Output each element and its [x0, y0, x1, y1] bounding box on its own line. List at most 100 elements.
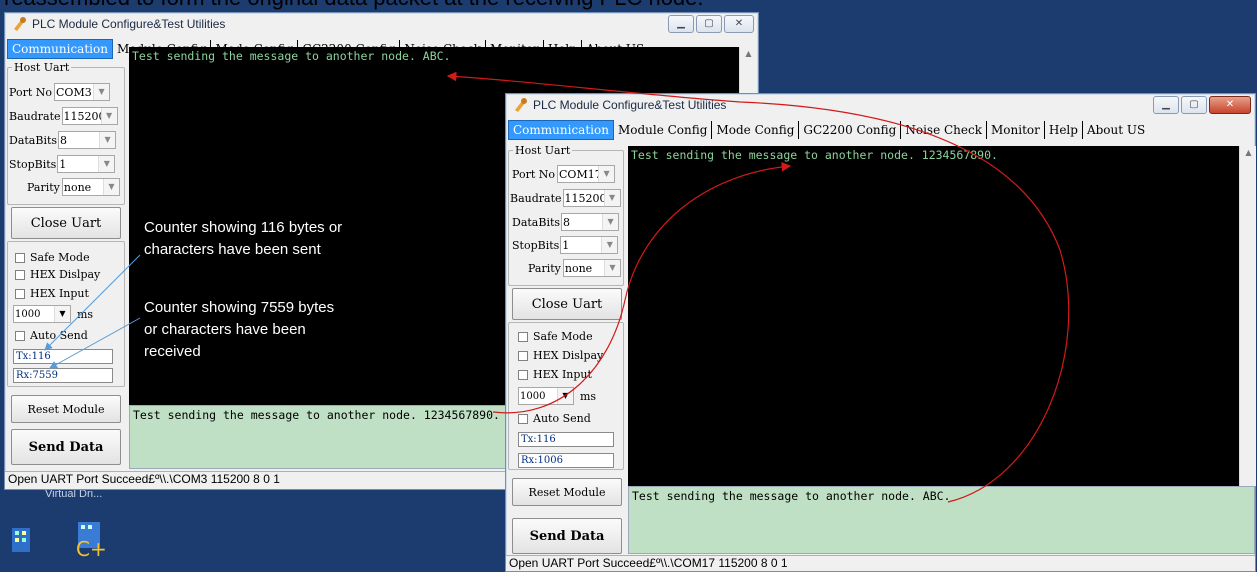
receive-terminal[interactable]: Test sending the message to another node… — [628, 146, 1240, 486]
hex-display-label: HEX Dislpay — [30, 268, 101, 281]
hex-input-label: HEX Input — [533, 368, 592, 381]
hex-input-checkbox[interactable]: HEX Input — [518, 368, 592, 381]
interval-select[interactable]: 1000 ▼ — [518, 387, 574, 405]
safe-mode-label: Safe Mode — [30, 251, 90, 264]
tab-module-config[interactable]: Module Config — [614, 121, 713, 139]
interval-select[interactable]: 1000 ▼ — [13, 305, 71, 323]
baud-select[interactable]: 115200 ▼ — [562, 189, 621, 207]
chevron-down-icon: ▼ — [601, 237, 618, 253]
tab-communication[interactable]: Communication — [508, 120, 614, 140]
received-message: Test sending the message to another node… — [132, 49, 451, 63]
close-button[interactable]: ✕ — [1209, 96, 1251, 114]
checkbox-box — [15, 330, 25, 341]
rx-counter: Rx:7559 — [13, 368, 113, 383]
window-title: PLC Module Configure&Test Utilities — [533, 98, 727, 112]
baud-label: Baudrate — [510, 191, 562, 205]
chevron-down-icon: ▼ — [598, 166, 615, 182]
scroll-up-icon[interactable]: ▲ — [1240, 146, 1257, 160]
chevron-down-icon: ▼ — [98, 156, 115, 172]
interval-unit: ms — [77, 307, 94, 321]
scroll-up-icon[interactable]: ▲ — [740, 47, 757, 61]
port-value: COM17 — [559, 167, 602, 181]
tab-noise-check[interactable]: Noise Check — [901, 121, 987, 139]
port-label: Port No — [9, 85, 53, 99]
interval-value: 1000 — [520, 390, 546, 402]
reset-module-button[interactable]: Reset Module — [512, 478, 622, 506]
databits-label: DataBits — [9, 133, 58, 147]
close-uart-button[interactable]: Close Uart — [11, 207, 121, 239]
parity-select[interactable]: none ▼ — [61, 178, 120, 196]
port-select[interactable]: COM3 ▼ — [54, 83, 111, 101]
parity-select[interactable]: none ▼ — [562, 259, 621, 277]
tx-annotation: Counter showing 116 bytes or characters … — [144, 217, 342, 261]
hex-display-checkbox[interactable]: HEX Dislpay — [518, 349, 603, 362]
port-select[interactable]: COM17 ▼ — [557, 165, 616, 183]
minimize-button[interactable]: ▁ — [668, 15, 694, 33]
databits-label: DataBits — [512, 215, 561, 229]
tab-help[interactable]: Help — [1045, 121, 1083, 139]
hex-display-checkbox[interactable]: HEX Dislpay — [15, 268, 100, 281]
tab-communication[interactable]: Communication — [7, 39, 113, 59]
tab-monitor[interactable]: Monitor — [987, 121, 1045, 139]
tx-annotation-line: Counter showing 116 bytes or — [144, 219, 343, 236]
send-data-button[interactable]: Send Data — [11, 429, 121, 465]
chevron-down-icon: ▼ — [603, 190, 620, 206]
interval-unit: ms — [580, 389, 597, 403]
minimize-button[interactable]: ▁ — [1153, 96, 1179, 114]
checkbox-box — [15, 269, 25, 280]
status-bar: Open UART Port Succeed£º\\.\COM17 115200… — [506, 555, 1255, 571]
send-message: Test sending the message to another node… — [133, 408, 500, 422]
port-value: COM3 — [56, 85, 92, 99]
received-message: Test sending the message to another node… — [631, 148, 998, 162]
send-data-button[interactable]: Send Data — [512, 518, 622, 554]
rx-annotation-line: received — [144, 343, 201, 360]
databits-select[interactable]: 8 ▼ — [561, 213, 620, 231]
databits-select[interactable]: 8 ▼ — [58, 131, 117, 149]
maximize-button[interactable]: ▢ — [696, 15, 722, 33]
cpp-ide-icon[interactable]: C++ — [70, 520, 106, 562]
tab-gc2200-config[interactable]: GC2200 Config — [799, 121, 902, 139]
auto-send-label: Auto Send — [533, 412, 591, 425]
reset-module-button[interactable]: Reset Module — [11, 395, 121, 423]
title-bar[interactable]: PLC Module Configure&Test Utilities — [506, 94, 1255, 116]
stopbits-select[interactable]: 1 ▼ — [560, 236, 619, 254]
checkbox-box — [518, 413, 528, 424]
close-button[interactable]: ✕ — [724, 15, 754, 33]
maximize-button[interactable]: ▢ — [1181, 96, 1207, 114]
safe-mode-checkbox[interactable]: Safe Mode — [15, 251, 90, 264]
chevron-down-icon: ▼ — [602, 214, 619, 230]
stopbits-select[interactable]: 1 ▼ — [57, 155, 116, 173]
databits-value: 8 — [563, 215, 571, 229]
host-uart-legend: Host Uart — [515, 144, 571, 157]
auto-send-checkbox[interactable]: Auto Send — [15, 329, 88, 342]
title-bar[interactable]: PLC Module Configure&Test Utilities — [5, 13, 758, 35]
rx-annotation-line: Counter showing 7559 bytes — [144, 299, 335, 316]
safe-mode-label: Safe Mode — [533, 330, 593, 343]
tab-mode-config[interactable]: Mode Config — [712, 121, 800, 139]
chevron-down-icon: ▼ — [99, 132, 116, 148]
chevron-down-icon: ▼ — [54, 306, 70, 322]
tx-counter: Tx:116 — [518, 432, 614, 447]
databits-value: 8 — [60, 133, 68, 147]
checkbox-box — [518, 331, 528, 342]
send-input[interactable]: Test sending the message to another node… — [628, 486, 1255, 554]
interval-value: 1000 — [15, 308, 41, 320]
host-uart-legend: Host Uart — [14, 61, 70, 74]
checkbox-box — [518, 350, 528, 361]
svg-text:C++: C++ — [76, 537, 106, 561]
rx-annotation-line: or characters have been — [144, 321, 306, 338]
close-uart-button[interactable]: Close Uart — [512, 288, 622, 320]
baud-select[interactable]: 115200 ▼ — [61, 107, 118, 125]
hex-display-label: HEX Dislpay — [533, 349, 604, 362]
auto-send-checkbox[interactable]: Auto Send — [518, 412, 591, 425]
app-logo-icon — [515, 98, 527, 112]
tab-about-us[interactable]: About US — [1083, 121, 1149, 139]
receive-scrollbar[interactable]: ▲ — [1239, 146, 1256, 486]
stopbits-label: StopBits — [9, 157, 57, 171]
safe-mode-checkbox[interactable]: Safe Mode — [518, 330, 593, 343]
tx-counter: Tx:116 — [13, 349, 113, 364]
parity-label: Parity — [27, 180, 60, 194]
stopbits-value: 1 — [562, 238, 570, 252]
app-icon[interactable] — [8, 524, 34, 558]
hex-input-checkbox[interactable]: HEX Input — [15, 287, 89, 300]
